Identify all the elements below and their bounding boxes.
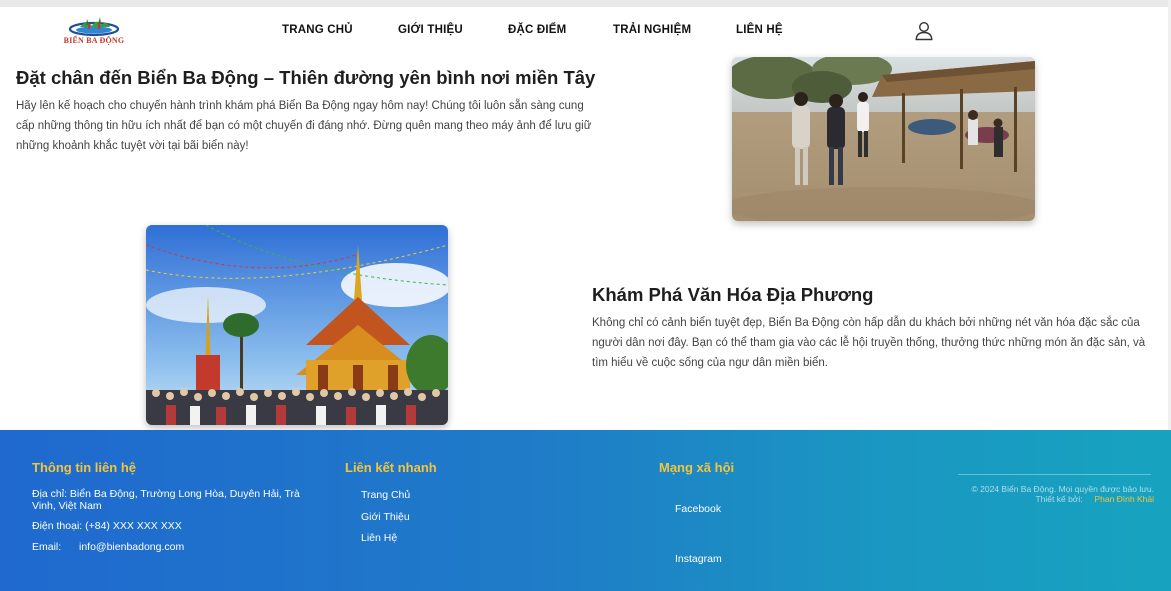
- pagoda-festival-photo: [146, 225, 448, 425]
- culture-title: Khám Phá Văn Hóa Địa Phương: [592, 284, 874, 305]
- footer-contact-heading: Thông tin liên hệ: [32, 460, 136, 475]
- nav-item-contact[interactable]: LIÊN HỆ: [736, 24, 783, 36]
- site-logo[interactable]: BIỂN BA ĐỘNG: [58, 15, 130, 49]
- designer-name: Phan Đình Khải: [1094, 494, 1154, 504]
- copyright-text: © 2024 Biển Ba Động. Mọi quyền được bảo …: [971, 484, 1154, 494]
- beach-visitors-photo: [732, 57, 1035, 221]
- footer-link-instagram[interactable]: Instagram: [675, 553, 722, 565]
- nav-item-experience[interactable]: TRẢI NGHIỆM: [613, 24, 691, 36]
- culture-text: Không chỉ có cảnh biển tuyệt đẹp, Biển B…: [592, 317, 1146, 369]
- nav-item-features[interactable]: ĐẶC ĐIỂM: [508, 24, 566, 36]
- logo-text: BIỂN BA ĐỘNG: [63, 36, 125, 45]
- footer-email-label: Email:: [32, 541, 62, 553]
- footer-address: Địa chỉ: Biển Ba Động, Trường Long Hòa, …: [32, 488, 300, 512]
- footer-divider: [958, 474, 1151, 475]
- nav-item-about[interactable]: GIỚI THIỆU: [398, 24, 463, 36]
- footer-copyright: © 2024 Biển Ba Động. Mọi quyền được bảo …: [940, 484, 1154, 504]
- footer-link-home[interactable]: Trang Chủ: [361, 489, 410, 501]
- user-icon[interactable]: [914, 21, 934, 41]
- top-strip: [0, 0, 1171, 7]
- footer-link-facebook[interactable]: Facebook: [675, 503, 721, 515]
- footer-phone: Điện thoại: (+84) XXX XXX XXX: [32, 520, 182, 532]
- logo-icon: [68, 17, 120, 37]
- footer-email-link[interactable]: info@bienbadong.com: [79, 541, 184, 553]
- nav-item-home[interactable]: TRANG CHỦ: [282, 24, 353, 36]
- footer-quicklinks-heading: Liên kết nhanh: [345, 460, 437, 475]
- intro-title: Đặt chân đến Biển Ba Động – Thiên đường …: [16, 67, 596, 88]
- intro-text: Hãy lên kế hoạch cho chuyến hành trình k…: [16, 100, 592, 152]
- designer-label: Thiết kế bởi:: [1035, 494, 1083, 504]
- footer-link-contact[interactable]: Liên Hệ: [361, 532, 397, 544]
- designer-credit: Thiết kế bởi: Phan Đình Khải: [940, 494, 1154, 504]
- site-header: BIỂN BA ĐỘNG TRANG CHỦ GIỚI THIỆU ĐẶC ĐI…: [0, 7, 1171, 55]
- footer-social-heading: Mạng xã hội: [659, 460, 735, 475]
- footer-link-about[interactable]: Giới Thiệu: [361, 511, 410, 523]
